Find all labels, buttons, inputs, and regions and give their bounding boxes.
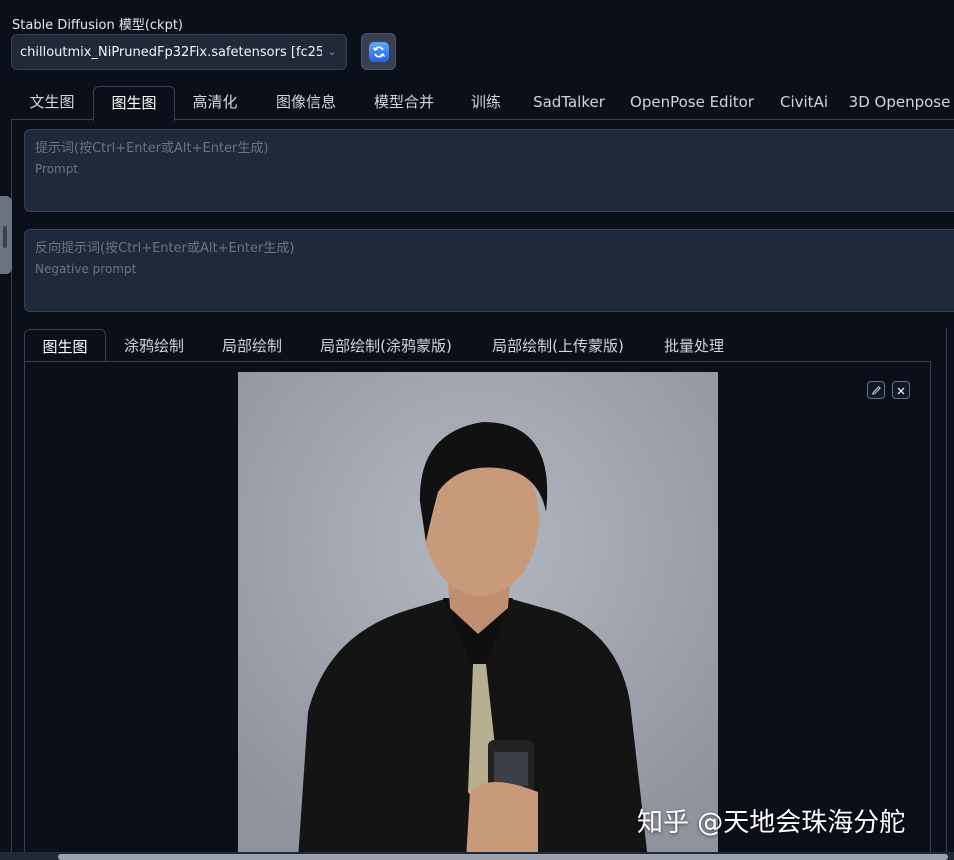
tab-extras[interactable]: 高清化 bbox=[174, 86, 256, 119]
input-image bbox=[238, 372, 718, 860]
tab-sadtalker[interactable]: SadTalker bbox=[521, 86, 617, 119]
tab-civitai[interactable]: CivitAi bbox=[767, 86, 841, 119]
prompt-textarea[interactable]: 提示词(按Ctrl+Enter或Alt+Enter生成) Prompt bbox=[24, 129, 954, 212]
subtab-inpaint-upload[interactable]: 局部绘制(上传蒙版) bbox=[476, 329, 640, 362]
tab-3d-openpose[interactable]: 3D Openpose bbox=[845, 86, 954, 119]
tab-checkpoint-merger[interactable]: 模型合并 bbox=[356, 86, 452, 119]
subtab-sketch[interactable]: 涂鸦绘制 bbox=[108, 329, 200, 362]
main-tab-bar: 文生图 图生图 高清化 图像信息 模型合并 训练 SadTalker OpenP… bbox=[11, 86, 954, 121]
prompt-placeholder: 提示词(按Ctrl+Enter或Alt+Enter生成) bbox=[35, 141, 269, 156]
img2img-sub-tab-bar: 图生图 涂鸦绘制 局部绘制 局部绘制(涂鸦蒙版) 局部绘制(上传蒙版) 批量处理 bbox=[24, 329, 954, 364]
tab-train[interactable]: 训练 bbox=[456, 86, 516, 119]
horizontal-scrollbar[interactable] bbox=[0, 852, 954, 860]
subtab-inpaint[interactable]: 局部绘制 bbox=[206, 329, 298, 362]
refresh-checkpoint-button[interactable] bbox=[361, 33, 396, 70]
right-panel-edge bbox=[946, 328, 954, 860]
clear-image-button[interactable] bbox=[892, 381, 910, 399]
negative-prompt-placeholder: 反向提示词(按Ctrl+Enter或Alt+Enter生成) bbox=[35, 241, 295, 256]
side-panel-handle[interactable] bbox=[0, 196, 12, 274]
webui-page: Stable Diffusion 模型(ckpt) chilloutmix_Ni… bbox=[0, 0, 954, 860]
chevron-down-icon: ⌄ bbox=[327, 46, 336, 58]
close-icon bbox=[896, 381, 906, 400]
tab-txt2img[interactable]: 文生图 bbox=[11, 86, 93, 119]
subtab-batch[interactable]: 批量处理 bbox=[648, 329, 740, 362]
scrollbar-thumb[interactable] bbox=[58, 854, 948, 860]
refresh-icon bbox=[368, 41, 389, 62]
subtab-inpaint-sketch[interactable]: 局部绘制(涂鸦蒙版) bbox=[304, 329, 468, 362]
negative-prompt-textarea[interactable]: 反向提示词(按Ctrl+Enter或Alt+Enter生成) Negative … bbox=[24, 229, 954, 312]
tab-img2img[interactable]: 图生图 bbox=[93, 86, 175, 121]
checkpoint-dropdown[interactable]: chilloutmix_NiPrunedFp32Fix.safetensors … bbox=[11, 34, 347, 70]
tab-openpose-editor[interactable]: OpenPose Editor bbox=[621, 86, 763, 119]
watermark: 知乎 @天地会珠海分舵 bbox=[637, 808, 906, 838]
checkpoint-selected-value: chilloutmix_NiPrunedFp32Fix.safetensors … bbox=[20, 44, 322, 60]
prompt-placeholder-en: Prompt bbox=[35, 162, 79, 176]
subtab-img2img[interactable]: 图生图 bbox=[24, 329, 106, 364]
checkpoint-label: Stable Diffusion 模型(ckpt) bbox=[12, 18, 184, 33]
edit-image-button[interactable] bbox=[867, 381, 885, 399]
negative-prompt-placeholder-en: Negative prompt bbox=[35, 262, 137, 276]
tab-png-info[interactable]: 图像信息 bbox=[258, 86, 354, 119]
pencil-icon bbox=[871, 381, 882, 400]
